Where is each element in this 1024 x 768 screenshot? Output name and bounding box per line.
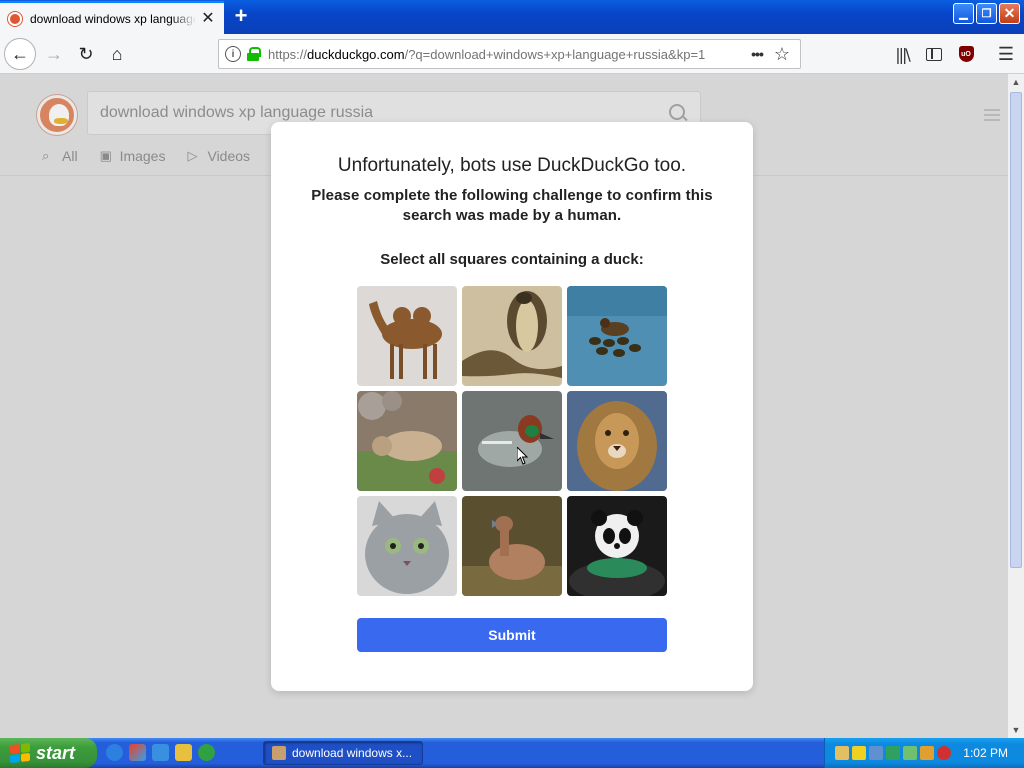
windows-logo-icon — [10, 742, 30, 764]
taskbar-clock[interactable]: 1:02 PM — [963, 746, 1008, 760]
maximize-button[interactable]: ❐ — [976, 3, 997, 24]
show-desktop-icon[interactable] — [152, 744, 169, 761]
tab-images[interactable]: ▣ Images — [100, 148, 166, 164]
browser-tab[interactable]: download windows xp language russia at D… — [0, 1, 224, 34]
browser-menu-icon[interactable]: ☰ — [990, 38, 1022, 70]
tab-videos[interactable]: ▷ Videos — [187, 148, 250, 164]
antivirus-icon[interactable] — [937, 746, 951, 760]
submit-button[interactable]: Submit — [357, 618, 667, 652]
media-icon[interactable] — [129, 744, 146, 761]
bookmark-star-icon[interactable]: ☆ — [770, 44, 794, 65]
window-title-bar: download windows xp language russia at D… — [0, 0, 1024, 34]
forward-button[interactable]: → — [38, 38, 70, 70]
home-button[interactable]: ⌂ — [101, 38, 133, 70]
close-window-button[interactable]: ✕ — [999, 3, 1020, 24]
page-viewport: download windows xp language russia ⌕ All… — [0, 74, 1008, 738]
search-query[interactable]: download windows xp language russia — [100, 104, 668, 122]
search-icon[interactable] — [668, 103, 688, 123]
tray-app-icon[interactable] — [920, 746, 934, 760]
new-tab-button[interactable]: + — [230, 4, 252, 28]
minimize-button[interactable]: ▁ — [953, 3, 974, 24]
windows-taskbar: start download windows x... 1:02 PM — [0, 738, 1024, 768]
url-bar[interactable]: i https://duckduckgo.com/?q=download+win… — [218, 39, 801, 69]
duckduckgo-favicon-icon — [8, 11, 22, 26]
video-icon: ▷ — [187, 148, 198, 163]
tile-cat[interactable] — [357, 496, 457, 596]
image-grid — [357, 286, 667, 596]
tray-app-icon[interactable] — [886, 746, 900, 760]
quick-launch-bar — [106, 744, 215, 761]
start-button[interactable]: start — [0, 738, 97, 768]
tile-bear[interactable] — [357, 391, 457, 491]
tile-camel[interactable] — [357, 286, 457, 386]
tile-duck[interactable] — [462, 496, 562, 596]
scroll-down-arrow-icon[interactable]: ▼ — [1008, 722, 1024, 738]
reload-button[interactable]: ↻ — [70, 38, 102, 70]
url-text[interactable]: https://duckduckgo.com/?q=download+windo… — [268, 47, 744, 62]
system-tray: 1:02 PM — [824, 738, 1024, 768]
taskbar-item-firefox[interactable]: download windows x... — [263, 741, 423, 765]
search-icon: ⌕ — [42, 148, 50, 163]
tray-app-icon[interactable] — [835, 746, 849, 760]
navigation-toolbar: ← → ↻ ⌂ i https://duckduckgo.com/?q=down… — [0, 34, 1024, 74]
media-player-icon[interactable] — [198, 744, 215, 761]
scroll-thumb[interactable] — [1010, 92, 1022, 568]
tile-cobra[interactable] — [462, 286, 562, 386]
tile-ducklings[interactable] — [567, 286, 667, 386]
duckduckgo-logo-icon[interactable] — [37, 95, 77, 135]
lock-icon — [247, 47, 261, 61]
hamburger-menu-icon[interactable] — [984, 109, 1000, 121]
page-actions-icon[interactable]: ••• — [744, 46, 770, 62]
tile-teal-duck[interactable] — [462, 391, 562, 491]
bot-challenge-modal: Unfortunately, bots use DuckDuckGo too. … — [271, 122, 753, 691]
sidebar-icon[interactable] — [918, 38, 950, 70]
close-tab-icon[interactable]: ✕ — [200, 10, 216, 27]
image-icon: ▣ — [99, 148, 112, 163]
tile-panda[interactable] — [567, 496, 667, 596]
search-type-tabs: ⌕ All ▣ Images ▷ Videos — [42, 148, 250, 164]
site-info-icon[interactable]: i — [225, 46, 241, 62]
internet-explorer-icon[interactable] — [106, 744, 123, 761]
scroll-up-arrow-icon[interactable]: ▲ — [1008, 74, 1024, 90]
vertical-scrollbar[interactable]: ▲ ▼ — [1008, 74, 1024, 738]
network-icon[interactable] — [869, 746, 883, 760]
winamp-icon[interactable] — [175, 744, 192, 761]
challenge-subtitle: Please complete the following challenge … — [311, 187, 713, 224]
library-icon[interactable]: |||\ — [886, 38, 918, 70]
security-shield-icon[interactable] — [852, 746, 866, 760]
ublock-origin-icon[interactable]: uO — [950, 38, 982, 70]
challenge-title: Unfortunately, bots use DuckDuckGo too. — [337, 155, 687, 176]
tab-all[interactable]: ⌕ All — [42, 148, 78, 164]
challenge-prompt: Select all squares containing a duck: — [380, 251, 644, 268]
tile-lion[interactable] — [567, 391, 667, 491]
back-button[interactable]: ← — [4, 38, 36, 70]
tray-app-icon[interactable] — [903, 746, 917, 760]
firefox-app-icon — [272, 746, 286, 760]
mouse-cursor-icon — [517, 447, 529, 465]
tab-title: download windows xp language russia at D… — [30, 11, 196, 26]
